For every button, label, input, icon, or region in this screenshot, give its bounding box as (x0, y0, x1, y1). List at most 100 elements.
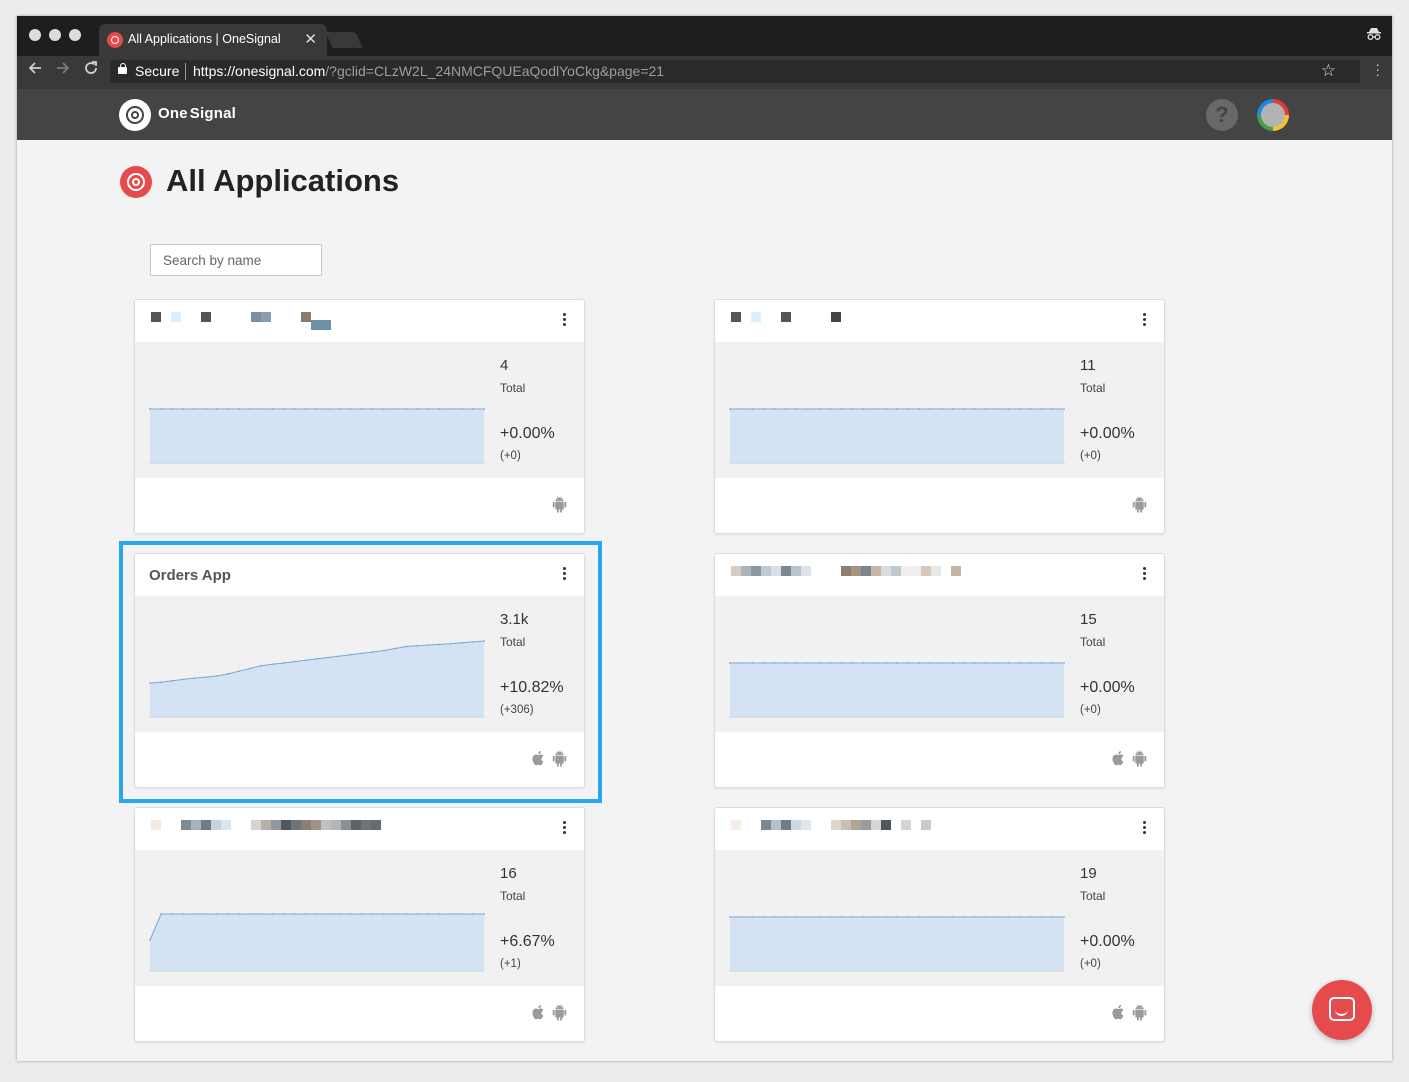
help-button[interactable]: ? (1206, 99, 1238, 131)
app-options-menu-icon[interactable] (1141, 820, 1147, 836)
trend-point (918, 408, 921, 410)
growth-delta: (+1) (500, 958, 521, 970)
trend-area (730, 663, 1064, 717)
trend-point (862, 408, 865, 410)
trend-point (974, 408, 976, 410)
trend-area (150, 409, 484, 463)
trend-point (305, 408, 307, 410)
app-options-menu-icon[interactable] (561, 312, 567, 328)
trend-point (795, 408, 798, 410)
total-subscribers: 15 (1080, 611, 1097, 628)
trend-point (974, 662, 976, 664)
trend-point (149, 408, 151, 410)
trend-point (940, 408, 943, 410)
brand-name[interactable]: One Signal (158, 105, 236, 122)
app-card[interactable]: 11 Total +0.00% (+0) (714, 299, 1165, 534)
trend-point (985, 408, 987, 410)
trend-point (795, 662, 798, 664)
trend-point (1018, 662, 1021, 664)
trend-point (349, 913, 352, 915)
trend-point (885, 408, 887, 410)
total-subscribers: 16 (500, 865, 517, 882)
trend-point (807, 408, 809, 410)
growth-delta: (+0) (500, 450, 521, 462)
trend-point (1063, 408, 1065, 410)
trend-point (762, 662, 765, 664)
total-label: Total (500, 889, 526, 903)
app-card[interactable]: 19 Total +0.00% (+0) (714, 807, 1165, 1042)
trend-point (316, 913, 318, 915)
trend-point (851, 662, 854, 664)
app-card-footer (715, 478, 1164, 533)
reload-icon[interactable] (81, 60, 101, 81)
trend-point (293, 408, 296, 410)
trend-point (449, 408, 452, 410)
app-options-menu-icon[interactable] (561, 820, 567, 836)
trend-point (873, 916, 876, 918)
trend-point (371, 408, 374, 410)
trend-point (305, 913, 307, 915)
app-options-menu-icon[interactable] (1141, 566, 1147, 582)
app-card-header (715, 300, 1164, 342)
forward-arrow-icon[interactable] (53, 60, 73, 81)
chat-button[interactable] (1312, 980, 1372, 1040)
trend-point (249, 408, 252, 410)
trend-point (985, 916, 987, 918)
app-card-stats: 19 Total +0.00% (+0) (715, 850, 1164, 986)
new-tab-button[interactable] (325, 32, 363, 48)
trend-area (730, 409, 1064, 463)
back-arrow-icon[interactable] (25, 60, 45, 81)
android-icon (1132, 750, 1148, 768)
trend-area (730, 917, 1064, 971)
trend-point (405, 408, 407, 410)
tab-close-icon[interactable]: ✕ (304, 30, 317, 48)
growth-percent: +6.67% (500, 933, 555, 950)
app-card-footer (135, 478, 584, 533)
trend-point (1018, 916, 1021, 918)
search-input[interactable] (150, 244, 322, 276)
total-label: Total (1080, 381, 1106, 395)
url-host: https://onesignal.com (193, 63, 326, 79)
close-window-button[interactable] (29, 29, 41, 41)
trend-point (382, 408, 385, 410)
onesignal-favicon-icon (107, 32, 123, 48)
selection-highlight (119, 541, 602, 803)
trend-point (327, 408, 329, 410)
app-card[interactable]: 15 Total +0.00% (+0) (714, 553, 1165, 788)
total-subscribers: 19 (1080, 865, 1097, 882)
platform-icons (531, 1004, 568, 1022)
zoom-window-button[interactable] (69, 29, 81, 41)
trend-point (405, 913, 407, 915)
subscriber-trend-chart (729, 662, 1065, 718)
lock-icon (118, 63, 127, 74)
trend-point (1040, 916, 1043, 918)
subscriber-trend-chart (729, 916, 1065, 972)
trend-point (885, 662, 887, 664)
onesignal-logo-icon[interactable] (119, 99, 151, 131)
trend-point (818, 662, 820, 664)
trend-point (338, 408, 341, 410)
browser-menu-icon[interactable]: · · · (1375, 57, 1380, 81)
platform-icons (1111, 1004, 1148, 1022)
app-card[interactable]: 4 Total +0.00% (+0) (134, 299, 585, 534)
address-bar[interactable]: Secure https://onesignal.com/?gclid=CLzW… (110, 60, 1360, 83)
app-options-menu-icon[interactable] (1141, 312, 1147, 328)
trend-point (962, 916, 965, 918)
trend-point (918, 916, 921, 918)
account-avatar[interactable] (1257, 99, 1289, 131)
app-card-header (715, 808, 1164, 850)
subscriber-trend-chart (149, 408, 485, 464)
trend-area (150, 914, 484, 971)
growth-percent: +0.00% (1080, 425, 1135, 442)
app-card-header (135, 808, 584, 850)
trend-point (962, 662, 965, 664)
trend-point (271, 913, 274, 915)
trend-point (215, 913, 218, 915)
trend-point (807, 662, 809, 664)
trend-point (171, 913, 174, 915)
app-card[interactable]: 16 Total +6.67% (+1) (134, 807, 585, 1042)
browser-tab[interactable]: All Applications | OneSignal ✕ (99, 24, 327, 56)
bookmark-star-icon[interactable]: ☆ (1321, 61, 1336, 81)
trend-point (985, 662, 987, 664)
minimize-window-button[interactable] (49, 29, 61, 41)
